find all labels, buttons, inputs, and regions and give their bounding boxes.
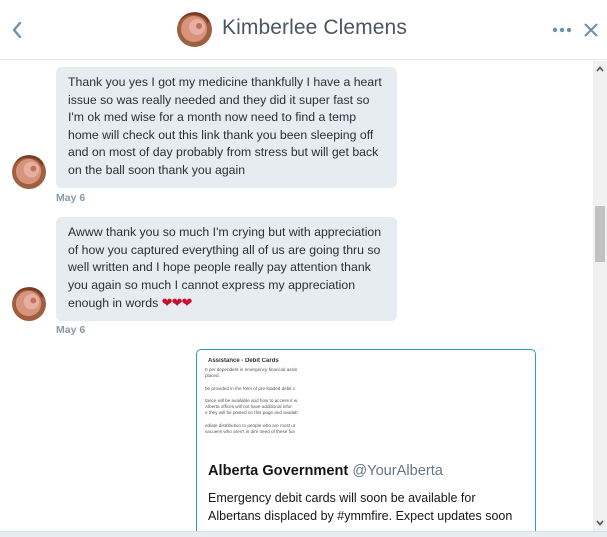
close-button[interactable] — [582, 20, 600, 40]
conversation-title: Kimberlee Clemens — [222, 16, 407, 39]
more-icon — [552, 27, 572, 33]
message-date: May 6 — [56, 192, 86, 204]
message-bubble: Thank you yes I got my medicine thankful… — [56, 67, 397, 188]
close-icon — [584, 23, 598, 37]
message-list[interactable]: Thank you yes I got my medicine thankful… — [0, 61, 593, 531]
scrollbar-thumb[interactable] — [595, 206, 605, 262]
tweet-author-name[interactable]: Alberta Government — [208, 463, 348, 479]
message-text: Awww thank you so much I'm crying but wi… — [68, 225, 382, 311]
heart-emoji: ❤❤❤ — [161, 295, 193, 311]
conversation-header: Kimberlee Clemens — [0, 0, 607, 60]
tweet-image-title: Assistance - Debit Cards — [208, 358, 279, 364]
avatar[interactable] — [12, 155, 46, 189]
dm-conversation-window: Kimberlee Clemens Thank you yes I got my… — [0, 0, 607, 537]
message-date: May 6 — [56, 324, 86, 336]
message-text: Thank you yes I got my medicine thankful… — [68, 75, 382, 177]
tweet-author-handle[interactable]: @YourAlberta — [352, 463, 443, 479]
scroll-up-button[interactable] — [593, 61, 607, 77]
more-options-button[interactable] — [551, 22, 573, 38]
scroll-down-button[interactable] — [593, 515, 607, 531]
shared-tweet-card[interactable]: Assistance - Debit Cards 0 per dependent… — [196, 349, 536, 531]
message-bubble: Awww thank you so much I'm crying but wi… — [56, 217, 397, 321]
chevron-left-icon — [12, 22, 22, 38]
avatar[interactable] — [177, 12, 212, 47]
tweet-author[interactable]: Alberta Government @YourAlberta — [208, 463, 443, 479]
tweet-image-line: e they will be posted on this page and a… — [205, 410, 298, 416]
back-button[interactable] — [6, 16, 28, 44]
tweet-image-line: vacuees who aren't in dire need of these… — [205, 429, 296, 435]
avatar[interactable] — [12, 287, 46, 321]
scrollbar[interactable] — [593, 61, 607, 531]
scroll-down-arrow-icon — [596, 520, 604, 526]
tweet-image[interactable]: Assistance - Debit Cards 0 per dependent… — [205, 358, 313, 458]
tweet-text: Emergency debit cards will soon be avail… — [208, 491, 513, 523]
tweet-image-line: 0 per dependent in emergency financial a… — [205, 367, 298, 372]
scroll-up-arrow-icon — [596, 66, 604, 72]
composer-area[interactable] — [0, 531, 607, 537]
